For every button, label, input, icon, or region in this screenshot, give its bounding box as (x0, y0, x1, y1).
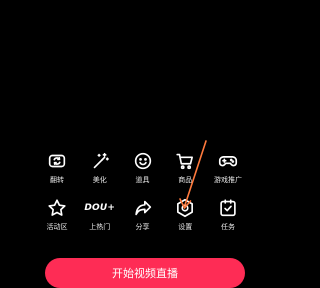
share-arrow-icon (132, 197, 154, 219)
option-tasks[interactable]: 任务 (211, 197, 245, 232)
option-label: 分享 (135, 223, 150, 231)
option-label: 道具 (135, 176, 150, 184)
smiley-face-icon (132, 150, 154, 172)
option-game-promo[interactable]: 游戏推广 (211, 150, 245, 185)
option-props[interactable]: 道具 (126, 150, 160, 185)
flip-camera-icon (46, 150, 68, 172)
options-grid: 翻转 美化 道具 商品 游戏推广 活动区 DOU+ 上热门 分享 设置 任务 (40, 150, 245, 244)
option-label: 美化 (92, 176, 107, 184)
option-activity-zone[interactable]: 活动区 (40, 197, 74, 232)
options-row-2: 活动区 DOU+ 上热门 分享 设置 任务 (40, 197, 245, 232)
option-share[interactable]: 分享 (126, 197, 160, 232)
option-label: 任务 (221, 223, 235, 231)
douo-logo-icon: DOU+ (84, 197, 115, 219)
live-options-panel: 翻转 美化 道具 商品 游戏推广 活动区 DOU+ 上热门 分享 设置 任务 开… (0, 0, 280, 288)
option-trending[interactable]: DOU+ 上热门 (83, 197, 117, 232)
option-label: 设置 (178, 223, 193, 231)
option-shop[interactable]: 商品 (168, 150, 202, 185)
option-flip-camera[interactable]: 翻转 (40, 150, 74, 185)
options-row-1: 翻转 美化 道具 商品 游戏推广 (40, 150, 245, 185)
task-checklist-icon (217, 197, 239, 219)
option-label: 上热门 (89, 223, 111, 231)
douo-logo-text: DOU+ (84, 203, 116, 213)
magic-wand-icon (89, 150, 111, 172)
option-label: 翻转 (50, 176, 64, 184)
star-icon (46, 197, 68, 219)
option-settings[interactable]: 设置 (168, 197, 202, 232)
option-label: 游戏推广 (214, 176, 242, 184)
gamepad-icon (217, 150, 239, 172)
hexagon-settings-icon (174, 197, 196, 219)
shopping-cart-icon (174, 150, 196, 172)
option-label: 活动区 (46, 223, 68, 231)
option-label: 商品 (178, 176, 193, 184)
option-beautify[interactable]: 美化 (83, 150, 117, 185)
